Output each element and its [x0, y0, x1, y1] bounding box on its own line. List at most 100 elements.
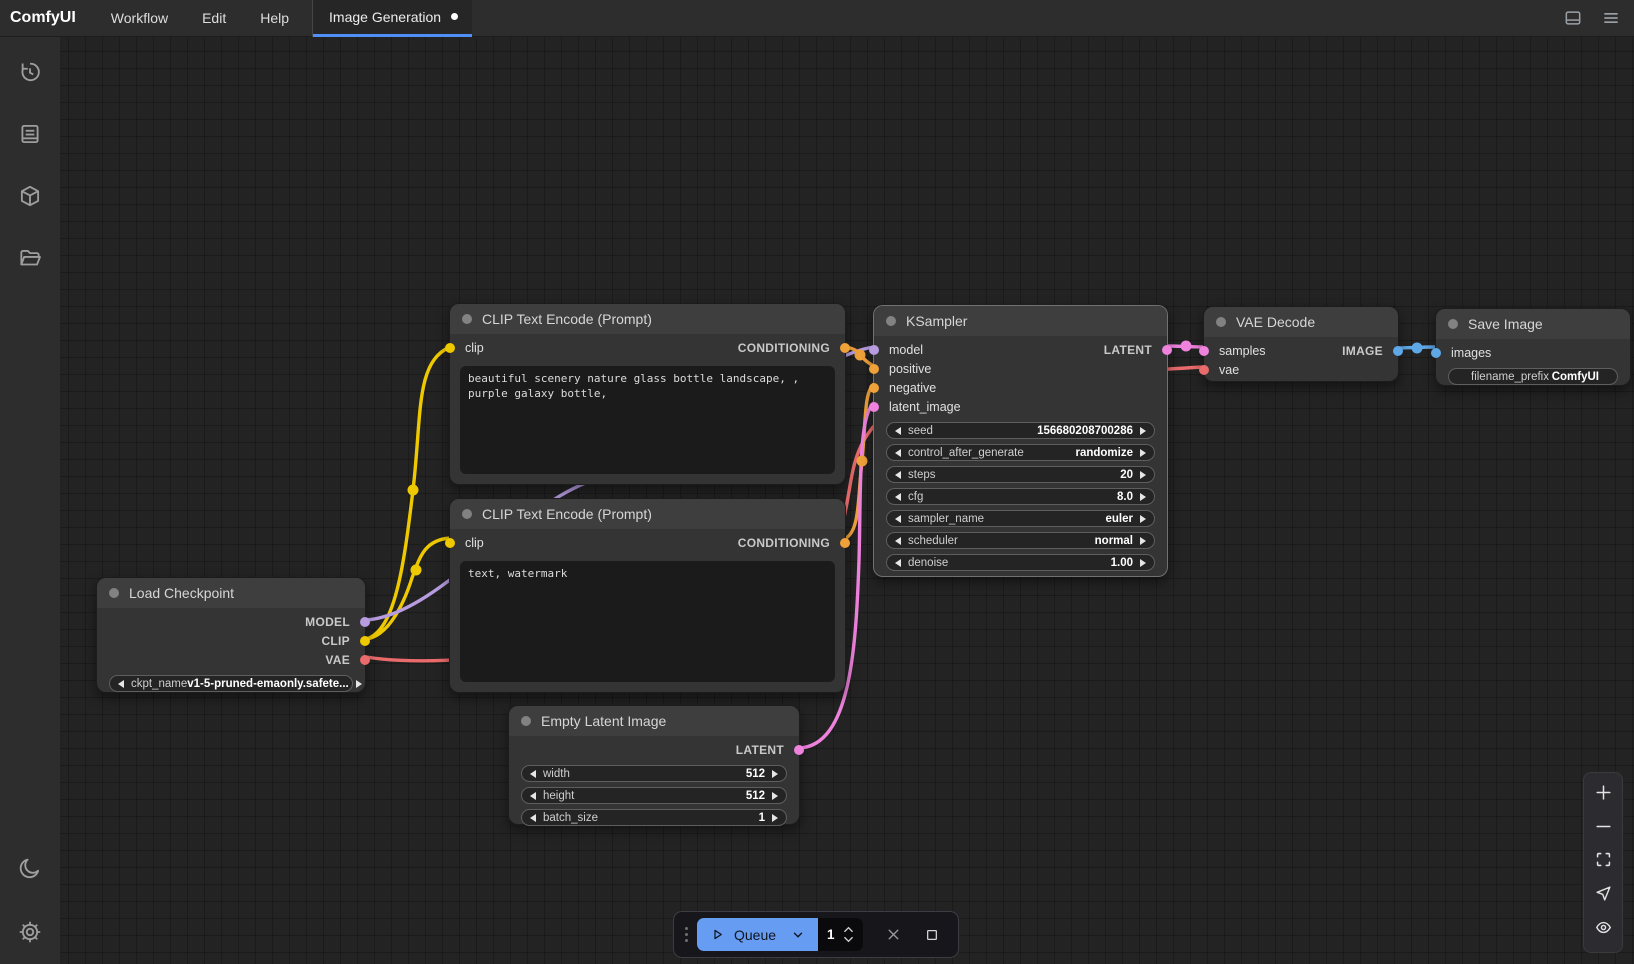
- increment-arrow-icon[interactable]: [1140, 471, 1146, 479]
- collapse-dot-icon[interactable]: [521, 716, 531, 726]
- menu-help[interactable]: Help: [243, 0, 306, 36]
- settings-gear-icon[interactable]: [8, 910, 52, 954]
- zoom-in-icon[interactable]: [1594, 783, 1613, 807]
- clip-output-dot[interactable]: [360, 636, 370, 646]
- node-header[interactable]: Empty Latent Image: [509, 706, 799, 736]
- clip-input-dot[interactable]: [445, 343, 455, 353]
- node-header[interactable]: KSampler: [874, 306, 1167, 336]
- batch-size-widget[interactable]: batch_size 1: [521, 809, 787, 826]
- increment-arrow-icon[interactable]: [356, 680, 362, 688]
- queue-options-chevron-icon[interactable]: [791, 928, 805, 942]
- height-widget[interactable]: height 512: [521, 787, 787, 804]
- zoom-out-icon[interactable]: [1594, 817, 1613, 841]
- negative-input-dot[interactable]: [869, 383, 879, 393]
- node-library-icon[interactable]: [8, 174, 52, 218]
- hamburger-menu-icon[interactable]: [1600, 7, 1622, 29]
- decrement-arrow-icon[interactable]: [530, 770, 536, 778]
- node-clip-text-encode-positive[interactable]: CLIP Text Encode (Prompt) clip CONDITION…: [449, 303, 846, 485]
- theme-moon-icon[interactable]: [8, 846, 52, 890]
- decrement-arrow-icon[interactable]: [895, 559, 901, 567]
- collapse-dot-icon[interactable]: [1216, 317, 1226, 327]
- tab-image-generation[interactable]: Image Generation: [313, 0, 472, 37]
- increment-arrow-icon[interactable]: [1140, 449, 1146, 457]
- output-row-clip: CLIP: [97, 631, 365, 650]
- filename-prefix-widget[interactable]: filename_prefix ComfyUI: [1448, 368, 1618, 385]
- width-widget[interactable]: width 512: [521, 765, 787, 782]
- node-header[interactable]: VAE Decode: [1204, 307, 1398, 337]
- increment-arrow-icon[interactable]: [1140, 559, 1146, 567]
- increment-arrow-icon[interactable]: [772, 792, 778, 800]
- sampler-name-widget[interactable]: sampler_name euler: [886, 510, 1155, 527]
- latent-output-dot[interactable]: [1162, 345, 1172, 355]
- collapse-dot-icon[interactable]: [109, 588, 119, 598]
- positive-input-dot[interactable]: [869, 364, 879, 374]
- scheduler-widget[interactable]: scheduler normal: [886, 532, 1155, 549]
- cfg-widget[interactable]: cfg 8.0: [886, 488, 1155, 505]
- denoise-widget[interactable]: denoise 1.00: [886, 554, 1155, 571]
- decrement-arrow-icon[interactable]: [895, 471, 901, 479]
- increment-arrow-icon[interactable]: [772, 770, 778, 778]
- increment-arrow-icon[interactable]: [1140, 537, 1146, 545]
- conditioning-output-dot[interactable]: [840, 343, 850, 353]
- increment-arrow-icon[interactable]: [772, 814, 778, 822]
- node-vae-decode[interactable]: VAE Decode samples IMAGE vae: [1203, 306, 1399, 382]
- decrement-arrow-icon[interactable]: [530, 814, 536, 822]
- queue-list-icon[interactable]: [8, 112, 52, 156]
- node-ksampler[interactable]: KSampler model LATENT positive negative …: [873, 305, 1168, 577]
- node-load-checkpoint[interactable]: Load Checkpoint MODEL CLIP VAE ckpt_name…: [96, 577, 366, 693]
- clip-input-dot[interactable]: [445, 538, 455, 548]
- node-header[interactable]: Save Image: [1436, 309, 1630, 339]
- conditioning-output-dot[interactable]: [840, 538, 850, 548]
- stop-icon[interactable]: [924, 927, 940, 943]
- node-clip-text-encode-negative[interactable]: CLIP Text Encode (Prompt) clip CONDITION…: [449, 498, 846, 693]
- collapse-dot-icon[interactable]: [1448, 319, 1458, 329]
- decrement-arrow-icon[interactable]: [895, 515, 901, 523]
- steps-widget[interactable]: steps 20: [886, 466, 1155, 483]
- latent-output-dot[interactable]: [794, 745, 804, 755]
- toggle-link-visibility-icon[interactable]: [1594, 918, 1613, 942]
- node-save-image[interactable]: Save Image images filename_prefix ComfyU…: [1435, 308, 1631, 386]
- model-input-dot[interactable]: [869, 345, 879, 355]
- clear-queue-icon[interactable]: [885, 926, 902, 943]
- decrement-arrow-icon[interactable]: [118, 680, 124, 688]
- node-empty-latent-image[interactable]: Empty Latent Image LATENT width 512 heig…: [508, 705, 800, 825]
- drag-handle-icon[interactable]: [685, 927, 688, 942]
- negative-prompt-textarea[interactable]: text, watermark: [460, 561, 835, 682]
- latent-image-input-dot[interactable]: [869, 402, 879, 412]
- decrement-arrow-icon[interactable]: [530, 792, 536, 800]
- history-icon[interactable]: [8, 50, 52, 94]
- collapse-dot-icon[interactable]: [886, 316, 896, 326]
- vae-output-dot[interactable]: [360, 655, 370, 665]
- vae-input-dot[interactable]: [1199, 365, 1209, 375]
- workflows-folder-icon[interactable]: [8, 236, 52, 280]
- increment-arrow-icon[interactable]: [1140, 427, 1146, 435]
- stepper-up-icon[interactable]: [843, 926, 854, 933]
- node-header[interactable]: CLIP Text Encode (Prompt): [450, 499, 845, 529]
- batch-count-field[interactable]: 1: [818, 918, 863, 951]
- node-header[interactable]: CLIP Text Encode (Prompt): [450, 304, 845, 334]
- queue-button[interactable]: Queue: [697, 918, 818, 951]
- image-output-dot[interactable]: [1393, 346, 1403, 356]
- fit-view-icon[interactable]: [1594, 850, 1613, 874]
- bottom-panel-toggle-icon[interactable]: [1562, 7, 1584, 29]
- positive-prompt-textarea[interactable]: beautiful scenery nature glass bottle la…: [460, 366, 835, 474]
- increment-arrow-icon[interactable]: [1140, 515, 1146, 523]
- decrement-arrow-icon[interactable]: [895, 449, 901, 457]
- control-after-generate-widget[interactable]: control_after_generate randomize: [886, 444, 1155, 461]
- node-header[interactable]: Load Checkpoint: [97, 578, 365, 608]
- images-input-dot[interactable]: [1431, 348, 1441, 358]
- collapse-dot-icon[interactable]: [462, 509, 472, 519]
- collapse-dot-icon[interactable]: [462, 314, 472, 324]
- menu-workflow[interactable]: Workflow: [94, 0, 185, 36]
- increment-arrow-icon[interactable]: [1140, 493, 1146, 501]
- decrement-arrow-icon[interactable]: [895, 537, 901, 545]
- seed-widget[interactable]: seed 156680208700286: [886, 422, 1155, 439]
- decrement-arrow-icon[interactable]: [895, 493, 901, 501]
- decrement-arrow-icon[interactable]: [895, 427, 901, 435]
- model-output-dot[interactable]: [360, 617, 370, 627]
- samples-input-dot[interactable]: [1199, 346, 1209, 356]
- menu-edit[interactable]: Edit: [185, 0, 243, 36]
- stepper-down-icon[interactable]: [843, 936, 854, 943]
- pan-mode-icon[interactable]: [1594, 884, 1613, 908]
- ckpt-name-widget[interactable]: ckpt_name v1-5-pruned-emaonly.safete...: [109, 675, 353, 692]
